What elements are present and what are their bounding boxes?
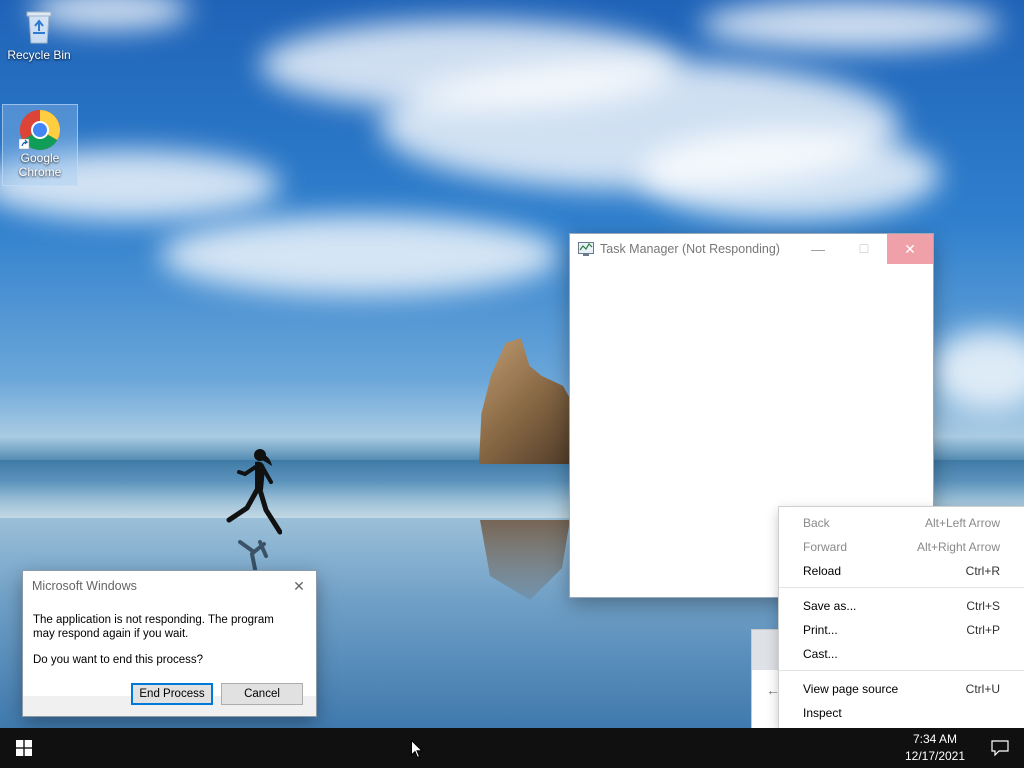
- close-button[interactable]: ✕: [290, 577, 308, 595]
- chrome-icon: [18, 109, 61, 151]
- menu-item-reload[interactable]: Reload Ctrl+R: [779, 559, 1024, 583]
- desktop-icon-recycle-bin[interactable]: Recycle Bin: [2, 6, 76, 62]
- windows-logo-icon: [16, 740, 32, 756]
- menu-item-back[interactable]: Back Alt+Left Arrow: [779, 511, 1024, 535]
- start-button[interactable]: [0, 728, 48, 768]
- mouse-cursor-icon: [411, 740, 423, 759]
- end-process-button[interactable]: End Process: [131, 683, 213, 705]
- menu-separator: [779, 670, 1024, 671]
- maximize-button[interactable]: ☐: [841, 234, 887, 264]
- desktop-icon-label: Recycle Bin: [7, 48, 71, 62]
- action-center-button[interactable]: [976, 728, 1024, 768]
- menu-separator: [779, 587, 1024, 588]
- window-title: Task Manager (Not Responding): [600, 242, 780, 256]
- taskbar[interactable]: 7:34 AM 12/17/2021: [0, 728, 1024, 768]
- menu-item-print[interactable]: Print... Ctrl+P: [779, 618, 1024, 642]
- desktop-icon-google-chrome[interactable]: Google Chrome: [2, 104, 78, 186]
- dialog-message: The application is not responding. The p…: [33, 614, 274, 640]
- chrome-window-partial[interactable]: ←: [752, 630, 782, 728]
- menu-item-forward[interactable]: Forward Alt+Right Arrow: [779, 535, 1024, 559]
- menu-item-inspect[interactable]: Inspect: [779, 701, 1024, 725]
- clock-date: 12/17/2021: [904, 749, 966, 763]
- action-center-icon: [991, 740, 1009, 756]
- rock-formation: [479, 338, 575, 464]
- close-button[interactable]: ✕: [887, 234, 933, 264]
- menu-item-view-page-source[interactable]: View page source Ctrl+U: [779, 677, 1024, 701]
- dialog-question: Do you want to end this process?: [33, 654, 204, 666]
- clock-time: 7:34 AM: [912, 732, 958, 746]
- menu-item-cast[interactable]: Cast...: [779, 642, 1024, 666]
- cancel-button[interactable]: Cancel: [221, 683, 303, 705]
- task-manager-icon: [578, 242, 594, 256]
- dialog-title-bar[interactable]: Microsoft Windows ✕: [23, 571, 316, 601]
- not-responding-dialog[interactable]: Microsoft Windows ✕ The application is n…: [23, 571, 316, 716]
- taskbar-clock[interactable]: 7:34 AM 12/17/2021: [894, 731, 976, 765]
- runner-silhouette: [226, 449, 282, 535]
- back-arrow-icon: ←: [766, 682, 780, 698]
- minimize-button[interactable]: —: [795, 234, 841, 264]
- desktop-icon-label: Google Chrome: [18, 151, 62, 179]
- browser-context-menu[interactable]: Back Alt+Left Arrow Forward Alt+Right Ar…: [779, 507, 1024, 728]
- menu-item-save-as[interactable]: Save as... Ctrl+S: [779, 594, 1024, 618]
- recycle-bin-icon: [18, 6, 60, 48]
- dialog-title: Microsoft Windows: [32, 579, 137, 593]
